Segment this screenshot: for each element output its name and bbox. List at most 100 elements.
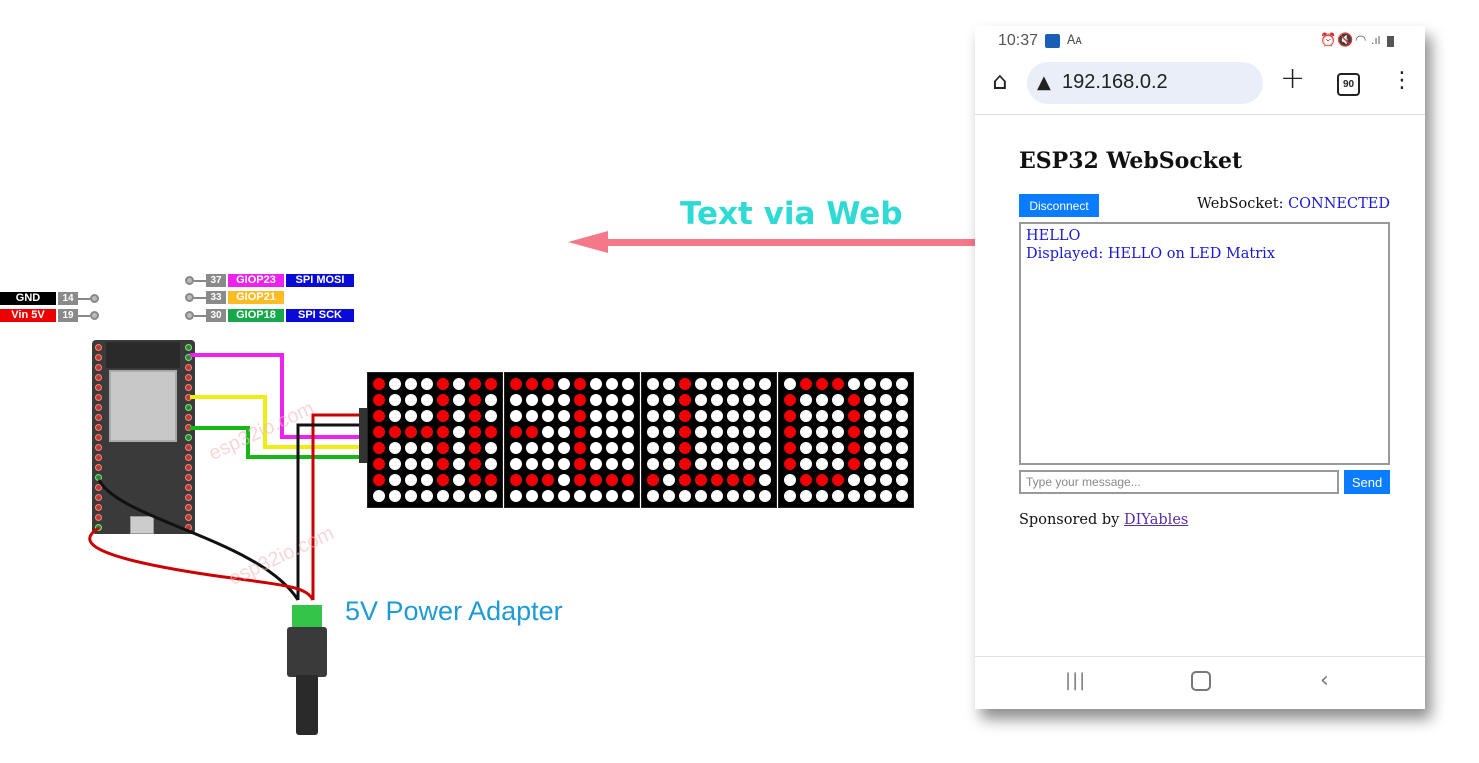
- led-on: [784, 442, 796, 454]
- led-matrix-module: [778, 372, 914, 508]
- led-off: [816, 410, 828, 422]
- led-on: [485, 426, 497, 438]
- led-on: [606, 474, 618, 486]
- led-off: [622, 394, 634, 406]
- phone-screen: 10:37 🗛 ⏰ 🔇 ◠ .ıl ⌂ ▲ 192.168.0.2 + 90 ⋮…: [975, 26, 1425, 709]
- led-off: [864, 410, 876, 422]
- led-on: [485, 378, 497, 390]
- led-off: [864, 426, 876, 438]
- led-off: [453, 442, 465, 454]
- led-off: [606, 410, 618, 422]
- led-on: [526, 474, 538, 486]
- led-off: [558, 394, 570, 406]
- led-off: [695, 490, 707, 502]
- sponsor-link[interactable]: DIYables: [1124, 512, 1188, 528]
- led-off: [590, 490, 602, 502]
- led-off: [743, 410, 755, 422]
- screw-terminal: [292, 605, 322, 627]
- wifi-icon: ◠: [1355, 33, 1367, 48]
- led-off: [864, 378, 876, 390]
- led-on: [574, 442, 586, 454]
- led-on: [679, 474, 691, 486]
- led-off: [663, 474, 675, 486]
- led-off: [389, 458, 401, 470]
- led-off: [743, 458, 755, 470]
- led-off: [453, 474, 465, 486]
- led-on: [373, 394, 385, 406]
- led-off: [542, 458, 554, 470]
- led-off: [759, 426, 771, 438]
- led-off: [711, 394, 723, 406]
- led-off: [485, 490, 497, 502]
- led-on: [437, 410, 449, 422]
- led-on: [469, 410, 481, 422]
- led-off: [421, 442, 433, 454]
- led-off: [896, 474, 908, 486]
- led-off: [711, 410, 723, 422]
- led-off: [864, 458, 876, 470]
- recent-apps-icon[interactable]: |||: [1065, 669, 1086, 693]
- led-off: [453, 426, 465, 438]
- more-menu-icon[interactable]: ⋮: [1391, 68, 1413, 94]
- led-on: [510, 378, 522, 390]
- led-off: [647, 410, 659, 422]
- led-on: [510, 426, 522, 438]
- led-off: [485, 394, 497, 406]
- led-on: [816, 474, 828, 486]
- tab-switcher-button[interactable]: 90: [1337, 73, 1360, 96]
- led-on: [437, 426, 449, 438]
- led-off: [832, 442, 844, 454]
- led-off: [759, 410, 771, 422]
- led-off: [848, 474, 860, 486]
- led-off: [711, 426, 723, 438]
- android-nav-bar: ||| ‹: [975, 656, 1425, 709]
- led-on: [437, 474, 449, 486]
- app-notification-icon: [1045, 34, 1060, 48]
- signal-icon: .ıl: [1371, 34, 1381, 47]
- led-off: [405, 474, 417, 486]
- led-on: [848, 410, 860, 422]
- led-off: [647, 490, 659, 502]
- send-button[interactable]: Send: [1344, 470, 1390, 494]
- disconnect-button[interactable]: Disconnect: [1019, 194, 1099, 217]
- led-off: [679, 490, 691, 502]
- led-off: [880, 442, 892, 454]
- led-off: [864, 490, 876, 502]
- url-field[interactable]: ▲ 192.168.0.2: [1027, 62, 1263, 104]
- led-off: [800, 394, 812, 406]
- led-off: [453, 458, 465, 470]
- message-input[interactable]: [1019, 470, 1339, 494]
- led-off: [421, 458, 433, 470]
- led-off: [453, 378, 465, 390]
- led-off: [526, 410, 538, 422]
- led-off: [622, 426, 634, 438]
- led-off: [880, 458, 892, 470]
- led-off: [848, 378, 860, 390]
- led-on: [848, 442, 860, 454]
- led-off: [727, 378, 739, 390]
- led-off: [663, 394, 675, 406]
- led-off: [453, 410, 465, 422]
- home-icon[interactable]: ⌂: [987, 68, 1013, 94]
- led-off: [526, 394, 538, 406]
- message-log[interactable]: HELLO Displayed: HELLO on LED Matrix: [1019, 222, 1390, 465]
- back-icon[interactable]: ‹: [1320, 669, 1329, 693]
- led-off: [727, 490, 739, 502]
- new-tab-button[interactable]: +: [1280, 64, 1305, 94]
- led-off: [816, 442, 828, 454]
- led-off: [526, 442, 538, 454]
- websocket-status-label: WebSocket:: [1197, 196, 1284, 212]
- led-off: [711, 458, 723, 470]
- led-on: [743, 474, 755, 486]
- wire-gnd-matrix: [296, 423, 365, 600]
- led-off: [606, 490, 618, 502]
- led-off: [695, 378, 707, 390]
- led-on: [590, 474, 602, 486]
- led-off: [405, 490, 417, 502]
- led-off: [711, 442, 723, 454]
- led-on: [389, 426, 401, 438]
- led-off: [832, 394, 844, 406]
- led-off: [800, 490, 812, 502]
- led-off: [542, 394, 554, 406]
- home-nav-icon[interactable]: [1191, 671, 1211, 691]
